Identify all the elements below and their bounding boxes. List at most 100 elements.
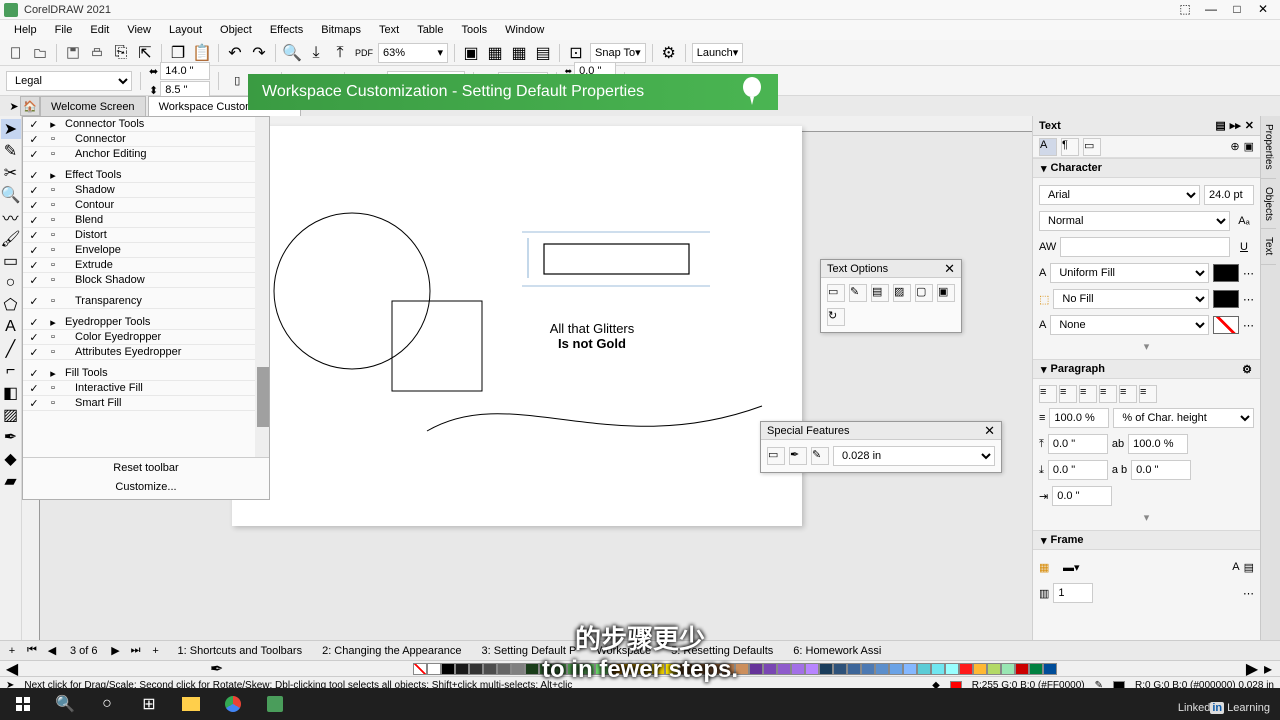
- pdf-icon[interactable]: PDF: [354, 43, 374, 63]
- columns-input[interactable]: [1053, 583, 1093, 603]
- flyout-item[interactable]: ✓▫Transparency: [23, 294, 269, 309]
- flyout-item[interactable]: ✓▫Interactive Fill: [23, 381, 269, 396]
- smart-fill-tool[interactable]: ▰: [1, 471, 21, 491]
- customize-button[interactable]: Customize...: [23, 477, 269, 496]
- parallel-dim-tool[interactable]: ╱: [1, 339, 21, 359]
- color-chip[interactable]: [469, 663, 483, 675]
- gear-icon[interactable]: ⚙: [1242, 363, 1252, 376]
- frame-align-icon[interactable]: ▤: [1244, 561, 1254, 574]
- text-opt-1[interactable]: ▭: [827, 284, 845, 302]
- interactive-fill-tool[interactable]: ◆: [1, 449, 21, 469]
- guidelines-toggle[interactable]: ▤: [533, 43, 553, 63]
- all-caps-icon[interactable]: Aₐ: [1234, 215, 1254, 227]
- options-icon[interactable]: ▣: [1244, 140, 1254, 153]
- color-chip[interactable]: [427, 663, 441, 675]
- flyout-item[interactable]: ✓▫Envelope: [23, 243, 269, 258]
- flyout-group[interactable]: ✓▸Connector Tools: [23, 117, 269, 132]
- search-button[interactable]: 🔍: [46, 690, 84, 718]
- publish-pdf-button[interactable]: ⇱: [135, 43, 155, 63]
- rectangle-tool[interactable]: ▭: [1, 251, 21, 271]
- align-center[interactable]: ≡: [1079, 385, 1097, 403]
- outline-color-swatch[interactable]: [1213, 290, 1239, 308]
- text-opt-3[interactable]: ▤: [871, 284, 889, 302]
- menu-table[interactable]: Table: [409, 22, 451, 38]
- docker-menu-icon[interactable]: ▤: [1215, 119, 1225, 132]
- paste-button[interactable]: 📋: [192, 43, 212, 63]
- flyout-item[interactable]: ✓▫Smart Fill: [23, 396, 269, 411]
- shape-tool[interactable]: ✎: [1, 141, 21, 161]
- coreldraw-taskbar-button[interactable]: [256, 690, 294, 718]
- color-chip[interactable]: [1001, 663, 1015, 675]
- pick-tool-small[interactable]: ➤: [4, 96, 24, 116]
- text-opt-5[interactable]: ▢: [915, 284, 933, 302]
- flyout-item[interactable]: ✓▫Attributes Eyedropper: [23, 345, 269, 360]
- menu-effects[interactable]: Effects: [262, 22, 311, 38]
- word-spacing-input[interactable]: [1131, 460, 1191, 480]
- outline-type-dropdown[interactable]: No Fill: [1053, 289, 1209, 309]
- flyout-group[interactable]: ✓▸Fill Tools: [23, 366, 269, 381]
- font-family-dropdown[interactable]: Arial: [1039, 185, 1200, 205]
- color-chip[interactable]: [763, 663, 777, 675]
- color-chip[interactable]: [861, 663, 875, 675]
- add-page-after-button[interactable]: +: [148, 643, 164, 659]
- color-chip[interactable]: [833, 663, 847, 675]
- crop-tool[interactable]: ✂: [1, 163, 21, 183]
- last-page-button[interactable]: ⏭: [128, 643, 144, 659]
- pick-tool[interactable]: ➤: [1, 119, 21, 139]
- color-chip[interactable]: [945, 663, 959, 675]
- flyout-group[interactable]: ✓▸Eyedropper Tools: [23, 315, 269, 330]
- help-toggle-icon[interactable]: ⬚: [1176, 3, 1194, 17]
- dropcap-icon[interactable]: A: [1232, 561, 1239, 573]
- para-mode-icon[interactable]: ¶: [1061, 138, 1079, 156]
- launch-dropdown[interactable]: Launch ▾: [692, 43, 744, 63]
- color-chip[interactable]: [455, 663, 469, 675]
- ellipse-tool[interactable]: ○: [1, 273, 21, 293]
- color-chip[interactable]: [959, 663, 973, 675]
- vtab-text[interactable]: Text: [1261, 229, 1276, 264]
- color-chip[interactable]: [819, 663, 833, 675]
- frame-section[interactable]: ▾Frame: [1033, 530, 1260, 550]
- text-tool[interactable]: A: [1, 317, 21, 337]
- text-frame-icon[interactable]: ▦: [1039, 561, 1059, 574]
- line-spacing-input[interactable]: [1049, 408, 1109, 428]
- menu-object[interactable]: Object: [212, 22, 260, 38]
- zoom-tool[interactable]: 🔍: [1, 185, 21, 205]
- redo-button[interactable]: ↷: [249, 43, 269, 63]
- color-chip[interactable]: [777, 663, 791, 675]
- flyout-item[interactable]: ✓▫Extrude: [23, 258, 269, 273]
- flyout-item[interactable]: ✓▫Block Shadow: [23, 273, 269, 288]
- bg-type-dropdown[interactable]: None: [1050, 315, 1209, 335]
- grid-toggle[interactable]: ▦: [509, 43, 529, 63]
- flyout-item[interactable]: ✓▫Contour: [23, 198, 269, 213]
- menu-bitmaps[interactable]: Bitmaps: [313, 22, 369, 38]
- color-chip[interactable]: [903, 663, 917, 675]
- frame-dir-icon[interactable]: ▬▾: [1063, 561, 1103, 574]
- page-width-input[interactable]: [160, 62, 210, 80]
- undo-button[interactable]: ↶: [225, 43, 245, 63]
- welcome-tab[interactable]: Welcome Screen: [40, 96, 146, 116]
- portrait-button[interactable]: ▯: [227, 71, 247, 91]
- vtab-objects[interactable]: Objects: [1261, 179, 1276, 230]
- cortana-button[interactable]: ○: [88, 690, 126, 718]
- lang-indent-input[interactable]: [1052, 486, 1112, 506]
- save-button[interactable]: [63, 43, 83, 63]
- color-chip[interactable]: [749, 663, 763, 675]
- flyout-item[interactable]: ✓▫Shadow: [23, 183, 269, 198]
- color-chip[interactable]: [441, 663, 455, 675]
- spacing-unit-dropdown[interactable]: % of Char. height: [1113, 408, 1254, 428]
- artistic-media-tool[interactable]: 🖌: [1, 229, 21, 249]
- freehand-tool[interactable]: 〰: [1, 207, 21, 227]
- palette-eyedropper-icon[interactable]: ✒: [207, 659, 227, 679]
- menu-window[interactable]: Window: [497, 22, 552, 38]
- add-style-icon[interactable]: ⊕: [1230, 140, 1239, 153]
- color-chip[interactable]: [497, 663, 511, 675]
- align-none[interactable]: ≡: [1039, 385, 1057, 403]
- menu-file[interactable]: File: [47, 22, 81, 38]
- flyout-scroll-thumb[interactable]: [257, 367, 269, 427]
- color-chip[interactable]: [805, 663, 819, 675]
- fullscreen-button[interactable]: ▣: [461, 43, 481, 63]
- flyout-item[interactable]: ✓▫Color Eyedropper: [23, 330, 269, 345]
- drop-shadow-tool[interactable]: ◧: [1, 383, 21, 403]
- chrome-button[interactable]: [214, 690, 252, 718]
- menu-layout[interactable]: Layout: [161, 22, 210, 38]
